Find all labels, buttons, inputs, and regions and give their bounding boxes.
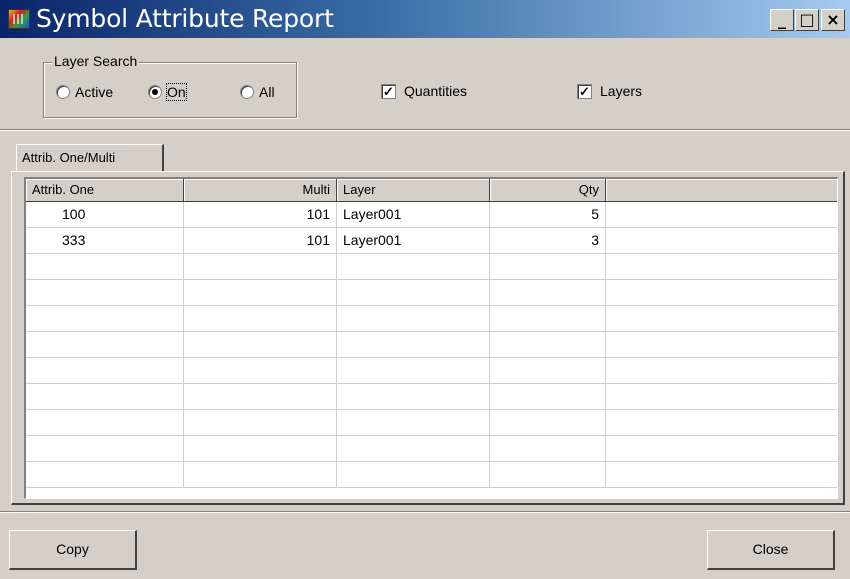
cell-multi: 101 [184, 202, 337, 228]
list-header: Attrib. One Multi Layer Qty [26, 179, 837, 202]
cell-attrib-one: 100 [26, 202, 184, 228]
empty-row [26, 436, 837, 462]
layers-check-icon[interactable]: ✓ [577, 83, 592, 99]
window-title: Symbol Attribute Report [36, 4, 334, 33]
close-window-button[interactable]: × [821, 9, 845, 31]
tab-attrib-one-multi[interactable]: Attrib. One/Multi [16, 144, 164, 171]
column-header-empty[interactable] [606, 179, 837, 202]
column-header-attrib-one[interactable]: Attrib. One [26, 179, 184, 202]
maximize-button[interactable]: □ [795, 9, 819, 31]
layers-label: Layers [600, 83, 643, 99]
radio-on[interactable]: On [148, 83, 187, 101]
cell-extra [606, 202, 837, 228]
radio-on-label: On [166, 83, 187, 101]
table-row[interactable]: 100 101 Layer001 5 [26, 202, 837, 228]
cell-extra [606, 228, 837, 254]
column-header-qty[interactable]: Qty [490, 179, 606, 202]
quantities-check-icon[interactable]: ✓ [381, 83, 396, 99]
title-bar[interactable]: Symbol Attribute Report _ □ × [0, 0, 850, 38]
column-header-multi[interactable]: Multi [184, 179, 337, 202]
close-button[interactable]: Close [707, 530, 835, 570]
empty-row [26, 306, 837, 332]
radio-on-circle[interactable] [148, 85, 162, 99]
attribute-list[interactable]: Attrib. One Multi Layer Qty 100 101 Laye… [24, 177, 838, 499]
table-row[interactable]: 333 101 Layer001 3 [26, 228, 837, 254]
column-header-layer[interactable]: Layer [337, 179, 490, 202]
radio-all[interactable]: All [240, 84, 275, 100]
layers-checkbox[interactable]: ✓ Layers [577, 83, 642, 99]
cell-qty: 5 [490, 202, 606, 228]
empty-row [26, 358, 837, 384]
minimize-button[interactable]: _ [770, 9, 794, 31]
cell-layer: Layer001 [337, 202, 490, 228]
cell-qty: 3 [490, 228, 606, 254]
bottom-separator [0, 511, 850, 513]
empty-row [26, 462, 837, 488]
cell-layer: Layer001 [337, 228, 490, 254]
cell-attrib-one: 333 [26, 228, 184, 254]
radio-active-circle[interactable] [56, 85, 70, 99]
empty-row [26, 254, 837, 280]
empty-row [26, 332, 837, 358]
layer-search-legend: Layer Search [52, 53, 140, 69]
cell-multi: 101 [184, 228, 337, 254]
copy-button[interactable]: Copy [9, 530, 137, 570]
report-window: Symbol Attribute Report _ □ × Layer Sear… [0, 0, 850, 579]
radio-all-label: All [259, 84, 275, 100]
quantities-checkbox[interactable]: ✓ Quantities [381, 83, 467, 99]
app-icon [8, 9, 30, 29]
empty-row [26, 280, 837, 306]
radio-active[interactable]: Active [56, 84, 113, 100]
empty-row [26, 384, 837, 410]
quantities-label: Quantities [404, 83, 468, 99]
radio-active-label: Active [75, 84, 114, 100]
empty-row [26, 410, 837, 436]
top-separator [0, 129, 850, 131]
radio-all-circle[interactable] [240, 85, 254, 99]
